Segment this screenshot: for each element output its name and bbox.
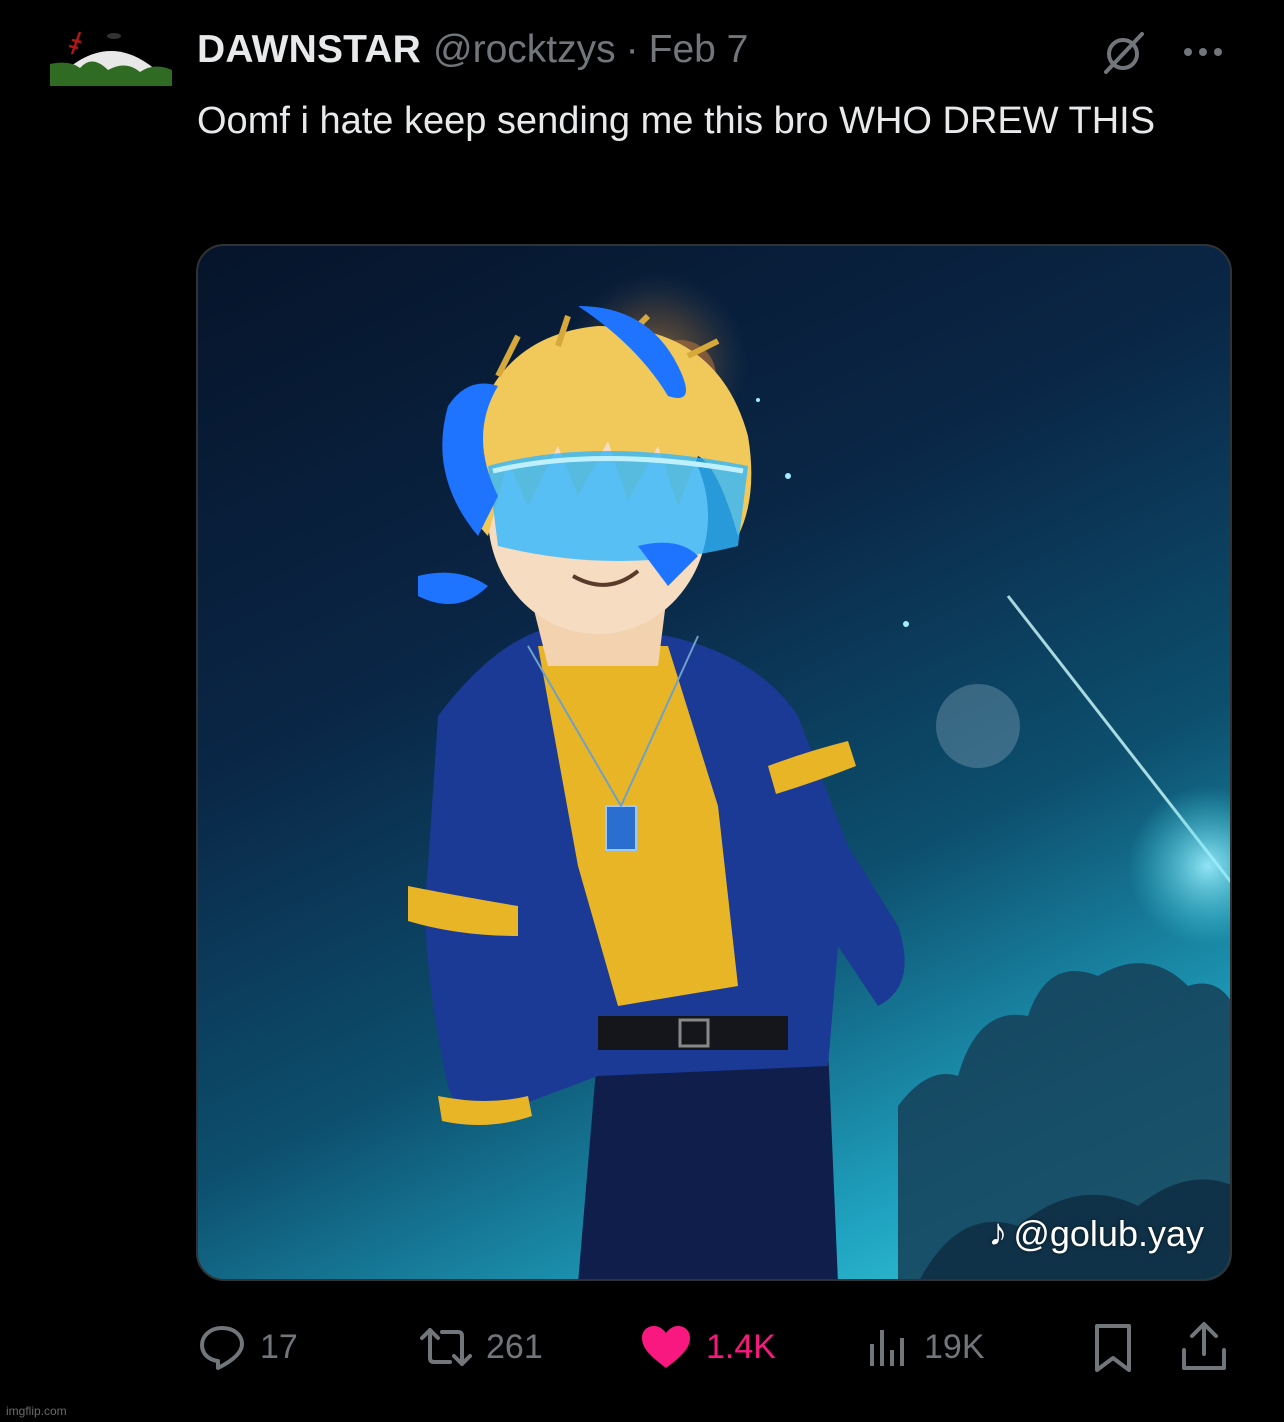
analytics-icon: [870, 1330, 904, 1366]
view-count: 19K: [924, 1327, 985, 1366]
tweet-media-image[interactable]: ♪ @golub.yay: [196, 244, 1232, 1281]
watermark-handle: @golub.yay: [1013, 1212, 1204, 1254]
separator-dot: ·: [625, 28, 639, 71]
retweet-icon: [420, 1328, 472, 1366]
grok-icon[interactable]: [1100, 28, 1148, 76]
action-bar: 17 261 1.4K 19K: [0, 1318, 1284, 1382]
display-name[interactable]: DAWNSTAR: [197, 28, 421, 72]
more-options-icon[interactable]: [1180, 36, 1226, 66]
user-handle[interactable]: @rocktzys: [433, 28, 616, 72]
tweet-header: DAWNSTAR @rocktzys · Feb 7: [197, 28, 748, 74]
share-icon: [1182, 1322, 1226, 1370]
share-button[interactable]: [1180, 1320, 1228, 1374]
tweet-date[interactable]: Feb 7: [649, 28, 749, 72]
avatar[interactable]: [50, 24, 172, 86]
tweet-text: Oomf i hate keep sending me this bro WHO…: [197, 100, 1156, 142]
reply-count: 17: [260, 1327, 298, 1366]
reply-button[interactable]: 17: [198, 1324, 298, 1370]
bookmark-button[interactable]: [1092, 1322, 1134, 1374]
views-button[interactable]: 19K: [866, 1324, 985, 1370]
like-button[interactable]: 1.4K: [640, 1324, 776, 1370]
media-watermark: ♪ @golub.yay: [988, 1212, 1204, 1255]
imgflip-credit: imgflip.com: [6, 1404, 67, 1418]
retweet-button[interactable]: 261: [420, 1324, 543, 1370]
tweet-screenshot: DAWNSTAR @rocktzys · Feb 7 Oomf i hate k…: [0, 0, 1284, 1422]
tiktok-icon: ♪: [988, 1212, 1008, 1254]
bookmark-icon: [1095, 1324, 1131, 1372]
like-count: 1.4K: [706, 1327, 776, 1366]
retweet-count: 261: [486, 1327, 543, 1366]
heart-icon: [642, 1326, 690, 1368]
reply-icon: [200, 1326, 244, 1370]
anime-illustration: [408, 272, 1230, 1279]
